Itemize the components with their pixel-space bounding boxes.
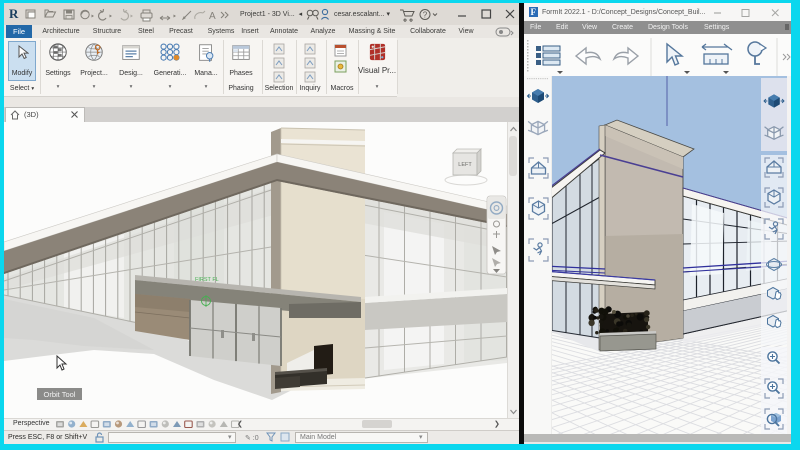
svg-text:A: A <box>209 11 216 22</box>
svg-text:Orbit Tool: Orbit Tool <box>44 390 76 399</box>
svg-text:FIRST FL: FIRST FL <box>195 277 219 283</box>
svg-text:?: ? <box>423 11 428 20</box>
svg-text:LEFT: LEFT <box>458 162 472 168</box>
